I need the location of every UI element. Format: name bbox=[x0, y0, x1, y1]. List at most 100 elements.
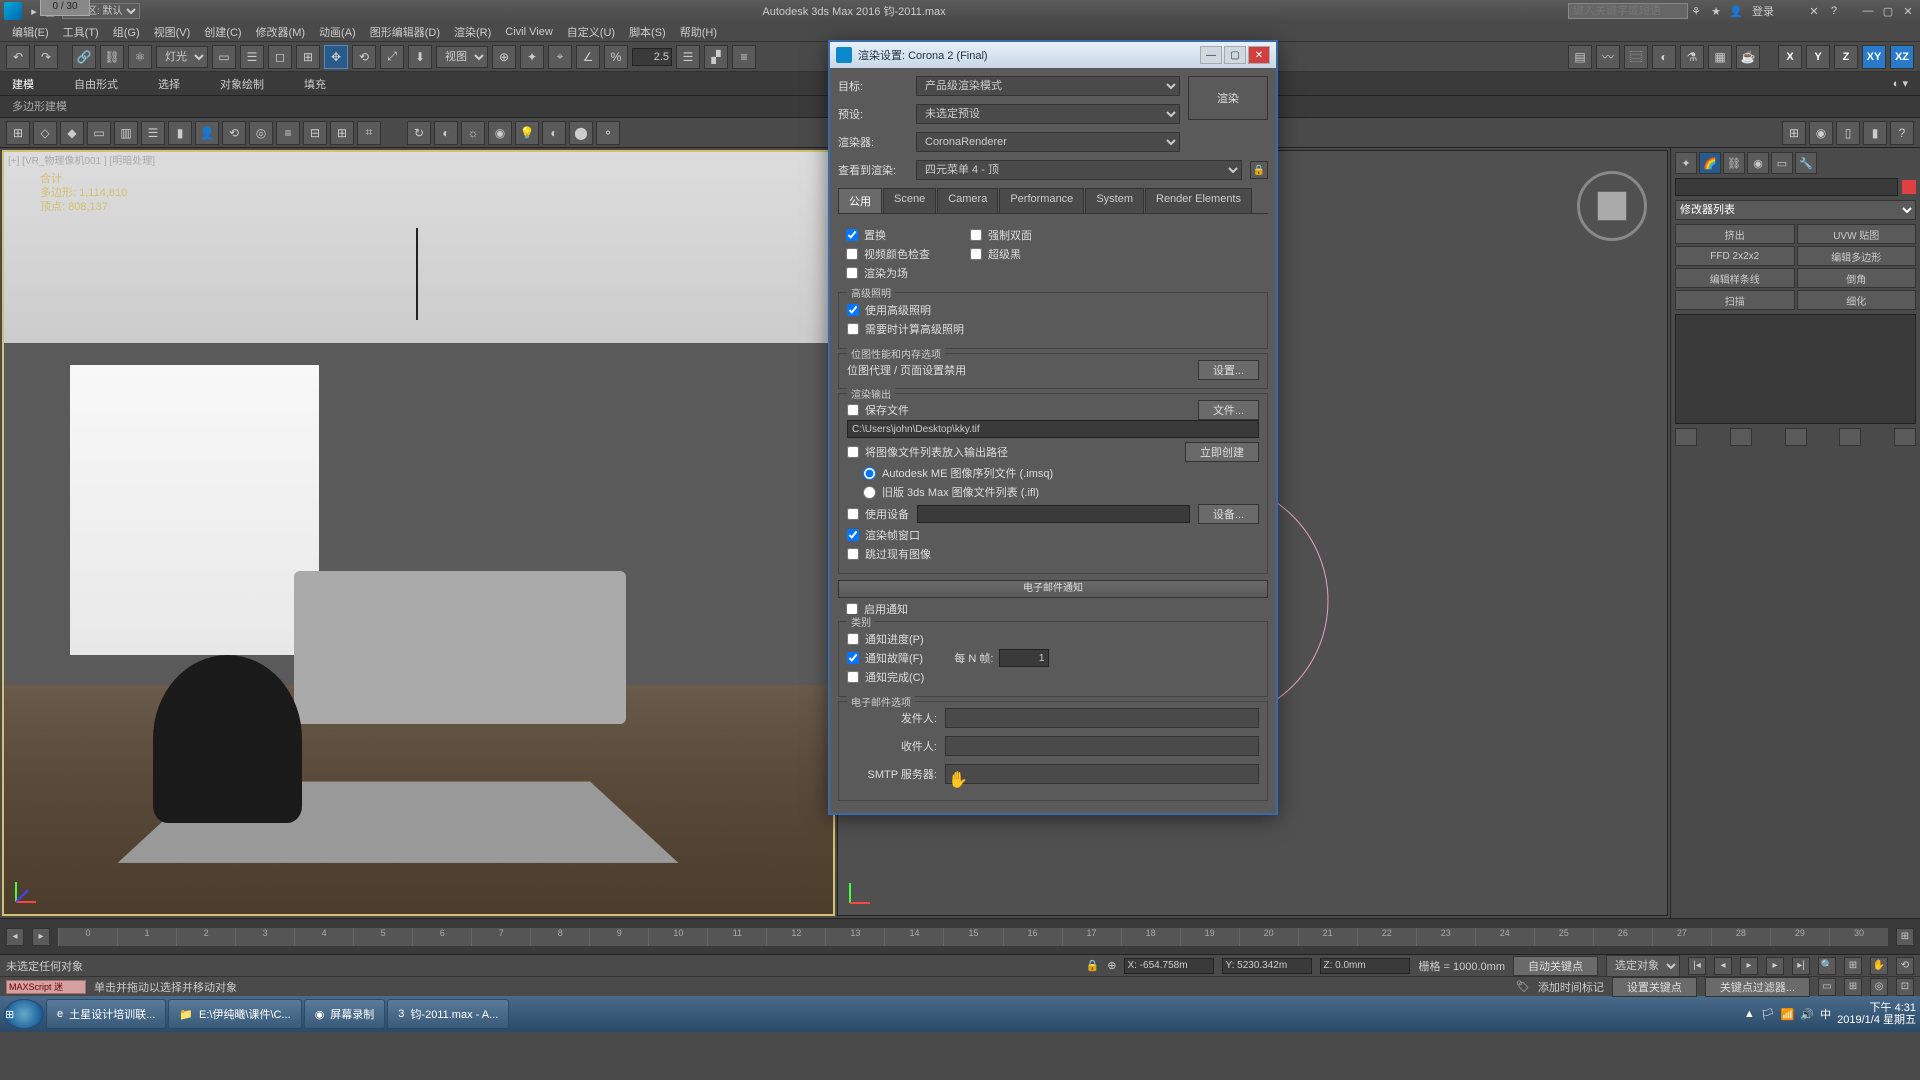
tray-icon[interactable]: ▲ bbox=[1744, 1008, 1755, 1020]
nav-1-icon[interactable]: ▭ bbox=[1818, 978, 1836, 996]
modifier-stack[interactable] bbox=[1675, 314, 1916, 424]
from-field[interactable] bbox=[945, 708, 1259, 728]
tray-vol-icon[interactable]: 🔊 bbox=[1800, 1008, 1814, 1021]
tb2-20[interactable]: ◐ bbox=[542, 121, 566, 145]
mod-bevel[interactable]: 倒角 bbox=[1797, 268, 1917, 288]
rendered-frame-button[interactable]: ▦ bbox=[1708, 45, 1732, 69]
tb2-15[interactable]: ↻ bbox=[407, 121, 431, 145]
layer-button[interactable]: ▤ bbox=[1568, 45, 1592, 69]
lock-view-icon[interactable]: 🔒 bbox=[1250, 161, 1268, 179]
tb2-13[interactable]: ⊞ bbox=[330, 121, 354, 145]
undo-button[interactable]: ↶ bbox=[6, 45, 30, 69]
close-icon[interactable]: ✕ bbox=[1900, 3, 1916, 19]
ribbon-modeling[interactable]: 建模 bbox=[12, 76, 34, 92]
tab-elements[interactable]: Render Elements bbox=[1145, 188, 1252, 213]
tb2-17[interactable]: ☼ bbox=[461, 121, 485, 145]
lock-icon[interactable]: 🔒 bbox=[1086, 959, 1100, 972]
help-icon[interactable]: ? bbox=[1826, 3, 1842, 19]
tb2-8[interactable]: 👤 bbox=[195, 121, 219, 145]
cmd-create-icon[interactable]: ✦ bbox=[1675, 152, 1697, 174]
ribbon-objectpaint[interactable]: 对象绘制 bbox=[220, 76, 264, 92]
maxscript-field[interactable] bbox=[6, 980, 86, 994]
mod-editpoly[interactable]: 编辑多边形 bbox=[1797, 246, 1917, 266]
chk-replace[interactable] bbox=[846, 229, 858, 241]
selection-filter[interactable]: 灯光 bbox=[156, 46, 208, 68]
tray-ime-icon[interactable]: 中 bbox=[1820, 1006, 1831, 1022]
tb2-1[interactable]: ⊞ bbox=[6, 121, 30, 145]
rad-ifl[interactable] bbox=[863, 486, 876, 499]
play-icon[interactable]: ▸ bbox=[1740, 957, 1758, 975]
tb2-12[interactable]: ⊟ bbox=[303, 121, 327, 145]
tb2-22[interactable]: ⚬ bbox=[596, 121, 620, 145]
menu-civil[interactable]: Civil View bbox=[499, 24, 558, 40]
prev-frame-icon[interactable]: ◂ bbox=[1714, 957, 1732, 975]
move-button[interactable]: ✥ bbox=[324, 45, 348, 69]
cross-icon[interactable]: ✕ bbox=[1806, 3, 1822, 19]
tb2-4[interactable]: ▭ bbox=[87, 121, 111, 145]
time-slider[interactable]: 0 / 30 bbox=[40, 0, 90, 16]
tb2-r4[interactable]: ▮ bbox=[1863, 121, 1887, 145]
cmd-motion-icon[interactable]: ◉ bbox=[1747, 152, 1769, 174]
modifier-list[interactable]: 修改器列表 bbox=[1675, 200, 1916, 220]
chk-vcolor[interactable] bbox=[846, 248, 858, 260]
output-path[interactable] bbox=[847, 420, 1259, 438]
snap-button[interactable]: ⌖ bbox=[548, 45, 572, 69]
tb2-9[interactable]: ⟲ bbox=[222, 121, 246, 145]
tab-camera[interactable]: Camera bbox=[937, 188, 998, 213]
ribbon-populate[interactable]: 填充 bbox=[304, 76, 326, 92]
to-field[interactable] bbox=[945, 736, 1259, 756]
chk-rwindow[interactable] bbox=[847, 529, 859, 541]
render-button[interactable]: 渲染 bbox=[1188, 76, 1268, 120]
tb2-16[interactable]: ◐ bbox=[434, 121, 458, 145]
nav-pan-icon[interactable]: ✋ bbox=[1870, 957, 1888, 975]
manip-button[interactable]: ✦ bbox=[520, 45, 544, 69]
smtp-field[interactable] bbox=[945, 764, 1259, 784]
axis-xy[interactable]: XY bbox=[1862, 45, 1886, 69]
chk-atmo[interactable] bbox=[846, 267, 858, 279]
select-name-button[interactable]: ☰ bbox=[240, 45, 264, 69]
redo-button[interactable]: ↷ bbox=[34, 45, 58, 69]
chk-nprog[interactable] bbox=[847, 633, 859, 645]
align-button[interactable]: ≡ bbox=[732, 45, 756, 69]
keyfilter-button[interactable]: 关键点过滤器... bbox=[1705, 977, 1810, 997]
dlg-min-icon[interactable]: — bbox=[1200, 46, 1222, 64]
menu-tools[interactable]: 工具(T) bbox=[57, 22, 105, 42]
device-button[interactable]: 设备... bbox=[1198, 504, 1259, 524]
task-browser[interactable]: e土星设计培训联... bbox=[46, 999, 166, 1029]
unlink-button[interactable]: ⛓ bbox=[100, 45, 124, 69]
star-icon[interactable]: ★ bbox=[1708, 3, 1724, 19]
timeline-start-icon[interactable]: ◂ bbox=[6, 928, 24, 946]
chk-skip[interactable] bbox=[847, 548, 859, 560]
minimize-icon[interactable]: — bbox=[1860, 3, 1876, 19]
menu-create[interactable]: 创建(C) bbox=[198, 22, 247, 42]
device-field[interactable] bbox=[917, 505, 1190, 523]
tb2-7[interactable]: ▮ bbox=[168, 121, 192, 145]
nav-2-icon[interactable]: ⊞ bbox=[1844, 978, 1862, 996]
cmd-hierarchy-icon[interactable]: ⛓ bbox=[1723, 152, 1745, 174]
dlg-max-icon[interactable]: ▢ bbox=[1224, 46, 1246, 64]
render-button[interactable]: ☕ bbox=[1736, 45, 1760, 69]
chk-putlist[interactable] bbox=[847, 446, 859, 458]
menu-help[interactable]: 帮助(H) bbox=[674, 22, 723, 42]
stack-pin-icon[interactable] bbox=[1675, 428, 1697, 446]
menu-view[interactable]: 视图(V) bbox=[148, 22, 197, 42]
placement-button[interactable]: ⬇ bbox=[408, 45, 432, 69]
chk-superb[interactable] bbox=[970, 248, 982, 260]
nav-zoomall-icon[interactable]: ⊞ bbox=[1844, 957, 1862, 975]
tab-performance[interactable]: Performance bbox=[999, 188, 1084, 213]
stack-config-icon[interactable] bbox=[1894, 428, 1916, 446]
tb2-r1[interactable]: ⊞ bbox=[1782, 121, 1806, 145]
email-rollout[interactable]: 电子邮件通知 bbox=[838, 580, 1268, 598]
tray-net-icon[interactable]: 📶 bbox=[1781, 1008, 1795, 1021]
mirror-button[interactable]: ▞ bbox=[704, 45, 728, 69]
chk-usedev[interactable] bbox=[847, 508, 859, 520]
login-link[interactable]: 登录 bbox=[1748, 3, 1778, 19]
menu-edit[interactable]: 编辑(E) bbox=[6, 22, 55, 42]
viewport-camera[interactable] bbox=[2, 150, 835, 916]
tb2-r3[interactable]: ▯ bbox=[1836, 121, 1860, 145]
stack-unique-icon[interactable] bbox=[1785, 428, 1807, 446]
tb2-2[interactable]: ◇ bbox=[33, 121, 57, 145]
bitmap-setup-button[interactable]: 设置... bbox=[1198, 360, 1259, 380]
next-frame-icon[interactable]: ▸ bbox=[1766, 957, 1784, 975]
rect-select-button[interactable]: ◻ bbox=[268, 45, 292, 69]
